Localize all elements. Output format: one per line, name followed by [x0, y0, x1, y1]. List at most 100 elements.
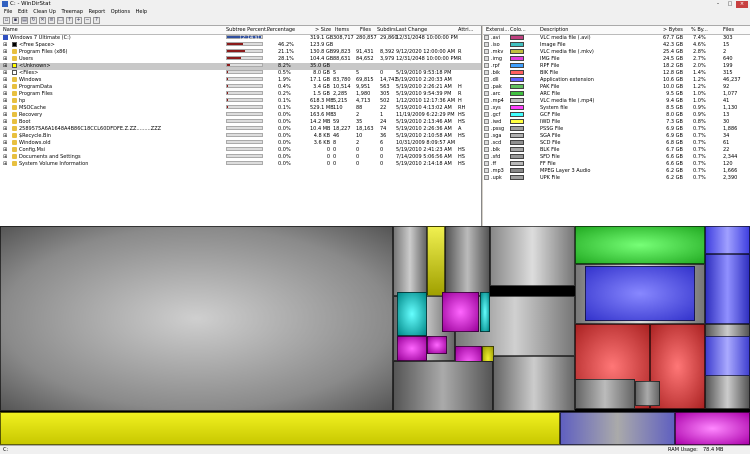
close-button[interactable]: × [736, 1, 748, 8]
table-row[interactable]: ⊞$Recycle.Bin0.0%4.8 KB4610365/19/2010 2… [0, 133, 481, 140]
help-icon[interactable]: ? [93, 17, 100, 24]
table-row[interactable]: ⊞Boot0.0%14.2 MB5935245/19/2010 2:13:46 … [0, 119, 481, 126]
treemap-tile[interactable] [705, 254, 750, 324]
treemap-tile[interactable] [393, 361, 493, 411]
expand-icon[interactable]: ⊞ [3, 42, 7, 49]
table-row[interactable]: .scdSCD File6.8 GB0.7%61 [483, 140, 750, 147]
expand-icon[interactable]: ⊞ [3, 63, 7, 70]
delete-icon[interactable]: ✕ [39, 17, 46, 24]
expand-icon[interactable]: ⊞ [3, 77, 7, 84]
table-row[interactable]: ⊞Users28.1%104.4 GB88,63184,6523,97912/3… [0, 56, 481, 63]
zoom-out-icon[interactable]: − [84, 17, 91, 24]
table-row[interactable]: .upkUPK File6.2 GB0.7%2,390 [483, 175, 750, 182]
expand-icon[interactable]: ⊞ [3, 49, 7, 56]
table-row[interactable]: Windows 7 Ultimate (C:)[2:14 s]319.1 GB3… [0, 35, 481, 42]
treemap-tile[interactable] [442, 292, 479, 332]
table-row[interactable]: .imgIMG File24.5 GB2.7%640 [483, 56, 750, 63]
treemap-tile[interactable] [675, 412, 750, 445]
table-row[interactable]: ⊞<Unknown>8.2%35.0 GB [0, 63, 481, 70]
table-row[interactable]: ⊞ProgramData0.4%3.4 GB10,5149,9515635/19… [0, 84, 481, 91]
treemap-tile[interactable] [0, 226, 393, 411]
expand-icon[interactable]: ⊞ [3, 91, 7, 98]
menu-file[interactable]: File [4, 9, 12, 16]
expand-icon[interactable]: ⊞ [3, 98, 7, 105]
copy-icon[interactable]: ▪ [12, 17, 19, 24]
table-row[interactable]: ⊞Windows1.9%17.1 GB83,78069,81514,7415/1… [0, 77, 481, 84]
col-subtree[interactable]: Subtree Percent... [226, 27, 271, 33]
col-description[interactable]: Description [540, 27, 568, 33]
treemap-tile[interactable] [575, 379, 635, 409]
table-row[interactable]: ⊞<Files>0.5%8.0 GB5505/19/2010 9:53:18 P… [0, 70, 481, 77]
table-row[interactable]: .sysSystem file8.5 GB0.9%1,130 [483, 105, 750, 112]
col-byte-percent[interactable]: % By... [691, 27, 708, 33]
table-row[interactable]: .arcARC File9.5 GB1.0%1,077 [483, 91, 750, 98]
menu-help[interactable]: Help [136, 9, 147, 16]
treemap-tile[interactable] [705, 226, 750, 254]
treemap-tile[interactable] [575, 226, 705, 264]
table-row[interactable]: ⊞2589575A6A1648A4B86C18CCL60DFDFE.Z.ZZ..… [0, 126, 481, 133]
directory-list[interactable]: Name Subtree Percent... Percentage > Siz… [0, 26, 482, 226]
explorer-icon[interactable]: ▤ [21, 17, 28, 24]
table-row[interactable]: .sgaSGA File6.9 GB0.7%34 [483, 133, 750, 140]
menu-treemap[interactable]: Treemap [61, 9, 83, 16]
col-items[interactable]: Items [335, 27, 349, 33]
col-color[interactable]: Colo... [510, 27, 526, 33]
col-last-change[interactable]: Last Change [396, 27, 427, 33]
treemap-tile[interactable] [0, 412, 560, 445]
properties-icon[interactable]: ≡ [48, 17, 55, 24]
menu-options[interactable]: Options [111, 9, 130, 16]
col-percentage[interactable]: Percentage [267, 27, 295, 33]
table-row[interactable]: ⊞Windows.old0.0%3.6 KB82610/31/2009 8:09… [0, 140, 481, 147]
expand-icon[interactable]: ⊞ [3, 133, 7, 140]
expand-icon[interactable]: ⊞ [3, 105, 7, 112]
extension-list[interactable]: Extensi... Colo... Description > Bytes %… [483, 26, 750, 226]
table-row[interactable]: .mkvVLC media file (.mkv)25.4 GB2.8%2 [483, 49, 750, 56]
treemap-tile[interactable] [490, 226, 575, 286]
treemap-tile[interactable] [393, 226, 427, 296]
table-row[interactable]: .pssgPSSG File6.9 GB0.7%1,886 [483, 126, 750, 133]
treemap-tile[interactable] [397, 292, 427, 336]
table-row[interactable]: .sfdSFD File6.6 GB0.7%2,344 [483, 154, 750, 161]
cleanup-icon[interactable]: ☐ [57, 17, 64, 24]
treemap-tile[interactable] [585, 266, 695, 321]
treemap-tile[interactable] [635, 381, 660, 406]
table-row[interactable]: ⊞hp0.1%618.3 MB5,2154,7135021/12/2010 12… [0, 98, 481, 105]
table-row[interactable]: .isoImage File42.3 GB4.6%15 [483, 42, 750, 49]
table-row[interactable]: ⊞System Volume Information0.0%00005/19/2… [0, 161, 481, 168]
menu-report[interactable]: Report [89, 9, 106, 16]
treemap-tile[interactable] [705, 336, 750, 376]
expand-icon[interactable]: ⊞ [3, 140, 7, 147]
col-ext-files[interactable]: Files [723, 27, 734, 33]
col-attributes[interactable]: Attri... [458, 27, 473, 33]
col-subdirs[interactable]: Subdirs [377, 27, 396, 33]
table-row[interactable]: .rpfRPF File18.2 GB2.0%199 [483, 63, 750, 70]
expand-icon[interactable]: ⊞ [3, 154, 7, 161]
expand-icon[interactable]: ⊞ [3, 84, 7, 91]
treemap-tile[interactable] [480, 292, 490, 332]
expand-icon[interactable]: ⊞ [3, 119, 7, 126]
table-row[interactable]: .iwdIWD File7.3 GB0.8%30 [483, 119, 750, 126]
treemap-tile[interactable] [560, 412, 675, 445]
expand-icon[interactable]: ⊞ [3, 161, 7, 168]
col-extension[interactable]: Extensi... [486, 27, 509, 33]
table-row[interactable]: .mp3MPEG Layer 3 Audio6.2 GB0.7%1,666 [483, 168, 750, 175]
menu-edit[interactable]: Edit [18, 9, 28, 16]
col-files[interactable]: Files [360, 27, 371, 33]
expand-icon[interactable]: ⊞ [3, 126, 7, 133]
col-bytes[interactable]: > Bytes [663, 27, 683, 33]
treemap-tile[interactable] [445, 226, 490, 296]
table-row[interactable]: ⊞Config.Msi0.0%00005/19/2010 2:41:23 AMH… [0, 147, 481, 154]
table-row[interactable]: .dllApplication extension10.6 GB1.2%46,2… [483, 77, 750, 84]
table-row[interactable]: .bikBIK File12.8 GB1.4%315 [483, 70, 750, 77]
table-row[interactable]: .mp4VLC media file (.mp4)9.4 GB1.0%41 [483, 98, 750, 105]
up-icon[interactable]: ↑ [66, 17, 73, 24]
col-size[interactable]: > Size [315, 27, 331, 33]
minimize-button[interactable]: – [712, 1, 724, 8]
table-row[interactable]: .pakPAK File10.0 GB1.2%92 [483, 84, 750, 91]
table-row[interactable]: .blkBLK File6.7 GB0.7%22 [483, 147, 750, 154]
table-row[interactable]: .gcfGCF File8.0 GB0.9%13 [483, 112, 750, 119]
expand-icon[interactable]: ⊞ [3, 147, 7, 154]
expand-icon[interactable]: ⊞ [3, 56, 7, 63]
table-row[interactable]: ⊞Documents and Settings0.0%00007/14/2009… [0, 154, 481, 161]
treemap-tile[interactable] [427, 226, 445, 296]
